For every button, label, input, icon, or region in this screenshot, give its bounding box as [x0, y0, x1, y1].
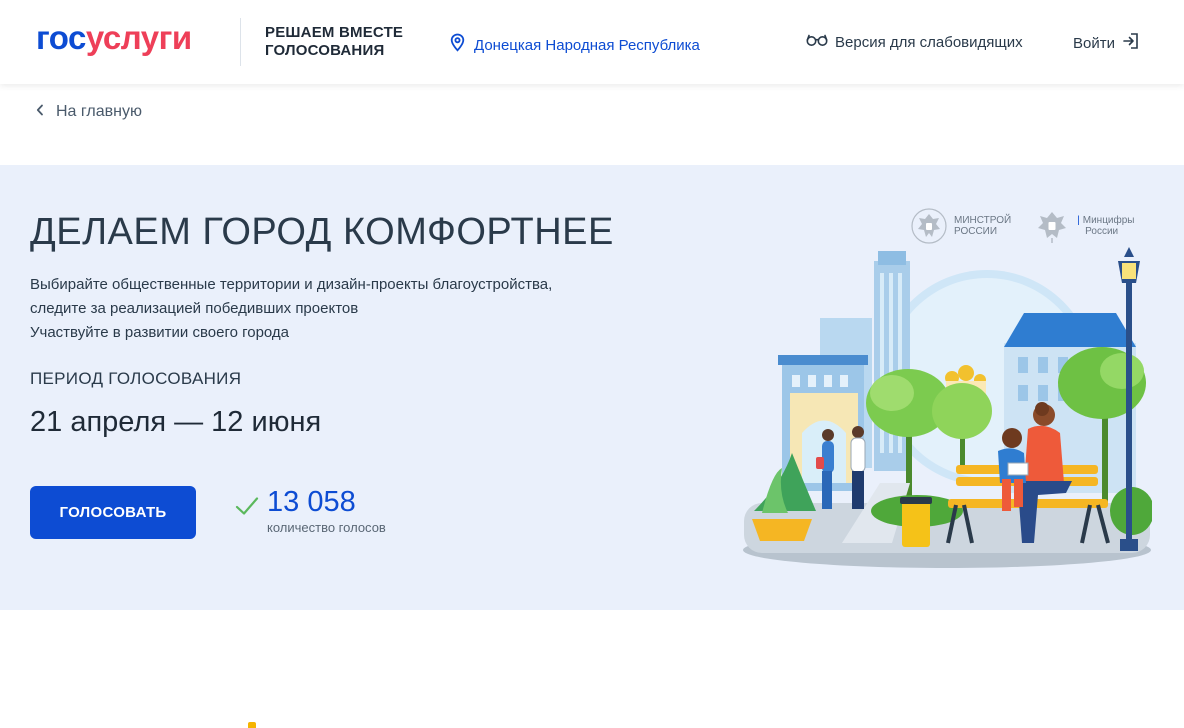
mintsifry-logo: | Минцифры России	[1033, 206, 1135, 246]
accessibility-version-link[interactable]: Версия для слабовидящих	[806, 33, 1023, 52]
votes-text: 13 058 количество голосов	[267, 486, 386, 535]
minstroy-logo: МИНСТРОЙ РОССИИ	[910, 206, 1011, 246]
checkmark-icon	[235, 496, 259, 521]
project-title[interactable]: РЕШАЕМ ВМЕСТЕ ГОЛОСОВАНИЯ	[265, 24, 403, 60]
page-title: ДЕЛАЕМ ГОРОД КОМФОРТНЕЕ	[30, 211, 614, 253]
logo-part2[interactable]: услуги	[86, 19, 192, 56]
region-selector[interactable]: Донецкая Народная Республика	[449, 33, 700, 57]
ministry2-line2: России	[1085, 226, 1119, 237]
description-line: следите за реализацией победивших проект…	[30, 300, 359, 317]
login-arrow-icon	[1123, 32, 1139, 55]
header-divider	[240, 18, 241, 66]
russian-emblem-icon	[911, 208, 947, 244]
voting-period-value: 21 апреля — 12 июня	[30, 406, 322, 438]
hero-section: ДЕЛАЕМ ГОРОД КОМФОРТНЕЕ Выбирайте общест…	[0, 165, 1184, 610]
ministry1-line1: МИНСТРОЙ	[954, 215, 1012, 226]
back-label[interactable]: На главную	[56, 103, 142, 121]
project-title-line2: ГОЛОСОВАНИЯ	[265, 42, 385, 59]
back-to-main-link[interactable]: На главную	[36, 103, 142, 121]
description-line: Участвуйте в развитии своего города	[30, 324, 290, 341]
logo-part1[interactable]: гос	[36, 19, 86, 56]
russian-emblem-icon	[1038, 212, 1067, 243]
decorative-mark	[248, 722, 256, 728]
ministry2-line1: Минцифры	[1082, 215, 1135, 226]
gosuslugi-logo[interactable]: госуслуги	[36, 20, 192, 56]
project-title-line1: РЕШАЕМ ВМЕСТЕ	[265, 24, 404, 41]
voting-period-label: ПЕРИОД ГОЛОСОВАНИЯ	[30, 369, 242, 388]
votes-label: количество голосов	[267, 520, 386, 535]
vote-button[interactable]: ГОЛОСОВАТЬ	[30, 486, 196, 539]
accessibility-label[interactable]: Версия для слабовидящих	[835, 34, 1023, 51]
description-line: Выбирайте общественные территории и диза…	[30, 276, 553, 293]
city-park-illustration	[743, 247, 1152, 568]
region-label[interactable]: Донецкая Народная Республика	[474, 37, 700, 54]
location-pin-icon	[449, 33, 466, 57]
site-header: госуслуги РЕШАЕМ ВМЕСТЕ ГОЛОСОВАНИЯ Доне…	[0, 0, 1184, 84]
login-label[interactable]: Войти	[1073, 35, 1115, 52]
votes-counter: 13 058 количество голосов	[235, 486, 386, 535]
glasses-icon	[806, 33, 828, 52]
votes-count: 13 058	[267, 486, 356, 518]
ministry-logos: МИНСТРОЙ РОССИИ | Минцифры России	[910, 206, 1135, 246]
chevron-left-icon	[36, 103, 44, 121]
hero-description: Выбирайте общественные территории и диза…	[30, 273, 552, 345]
login-button[interactable]: Войти	[1073, 32, 1139, 55]
ministry1-line2: РОССИИ	[954, 226, 998, 237]
